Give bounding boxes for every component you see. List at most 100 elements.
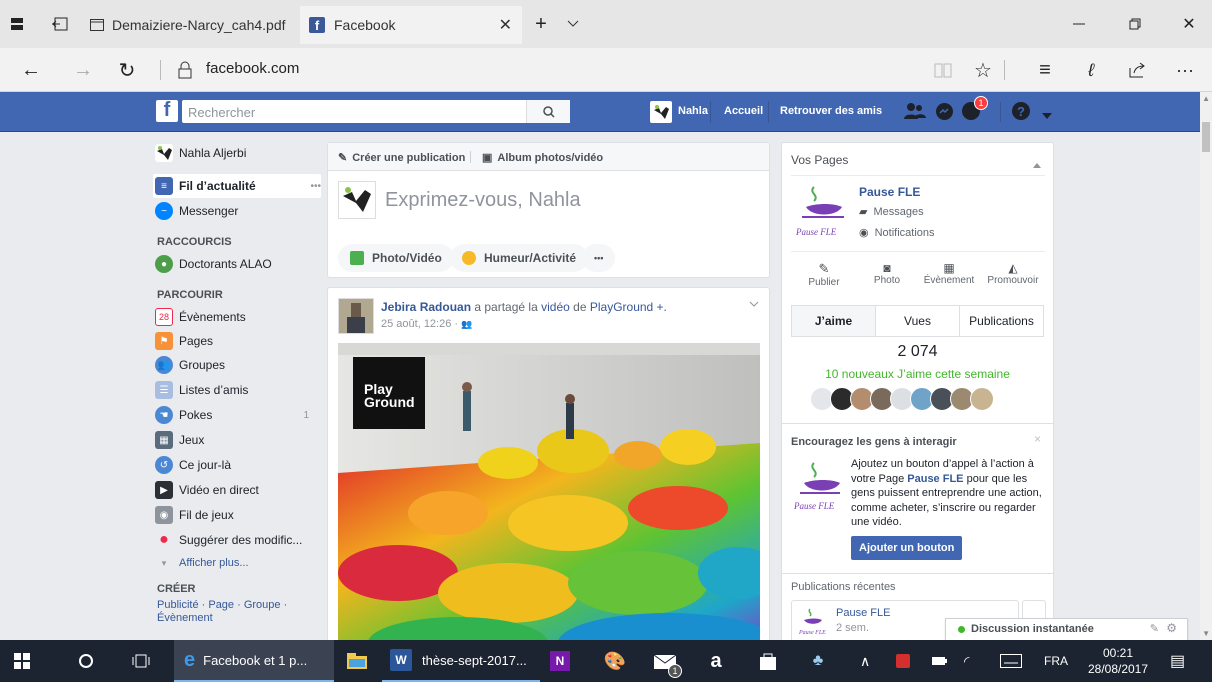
messenger-icon[interactable]: [936, 103, 953, 120]
post-timestamp[interactable]: 25 août, 12:26 ·: [381, 318, 458, 330]
scroll-up-icon[interactable]: ▲: [1202, 94, 1210, 103]
paint-app-icon[interactable]: 🎨: [602, 640, 628, 682]
publish-action[interactable]: ✎ Publier: [804, 261, 844, 288]
page-name-link[interactable]: Pause FLE: [859, 185, 920, 199]
page-link[interactable]: Pause FLE: [907, 473, 963, 485]
chevron-down-icon[interactable]: [558, 0, 588, 48]
friend-requests-icon[interactable]: [904, 102, 926, 123]
tab-facebook[interactable]: f Facebook ✕: [300, 6, 522, 44]
mail-icon[interactable]: 1: [650, 640, 682, 682]
new-likes-text[interactable]: 10 nouveaux J’aime cette semaine: [782, 367, 1053, 381]
taskbar-edge-button[interactable]: e Facebook et 1 p...: [174, 640, 334, 682]
find-friends-link[interactable]: Retrouver des amis: [780, 105, 882, 117]
battery-icon[interactable]: [932, 640, 948, 682]
scroll-thumb[interactable]: [1202, 122, 1210, 152]
sidebar-item-game-feed[interactable]: ◉ Fil de jeux: [155, 503, 234, 527]
favorite-star-icon[interactable]: ☆: [960, 48, 1006, 92]
add-button-button[interactable]: Ajouter un bouton: [851, 536, 963, 560]
close-tab-icon[interactable]: ✕: [499, 15, 512, 35]
page-messages-link[interactable]: ▰ Messages: [859, 205, 924, 219]
post-video[interactable]: Play Ground: [338, 343, 760, 640]
collapse-caret-icon[interactable]: [1033, 157, 1041, 171]
new-tab-icon[interactable]: +: [528, 0, 554, 48]
facebook-logo-icon[interactable]: f: [156, 100, 178, 122]
clock[interactable]: 00:21 28/08/2017: [1082, 640, 1154, 682]
file-explorer-icon[interactable]: [342, 640, 372, 682]
wifi-icon[interactable]: ◜: [964, 640, 969, 682]
share-icon[interactable]: [1114, 48, 1160, 92]
tab-views[interactable]: Vues: [875, 305, 960, 337]
post-options-chevron-icon[interactable]: [749, 296, 759, 310]
profile-link[interactable]: Nahla Aljerbi: [155, 141, 246, 165]
photo-action[interactable]: ◙ Photo: [867, 261, 907, 286]
close-window-icon[interactable]: ✕: [1166, 0, 1212, 48]
sidebar-item-live-video[interactable]: ▶ Vidéo en direct: [155, 478, 259, 502]
back-arrow-icon[interactable]: ←: [8, 48, 54, 92]
app-icon[interactable]: ♣: [806, 640, 830, 682]
sidebar-item-games[interactable]: ▦ Jeux: [155, 428, 204, 452]
task-view-icon[interactable]: [132, 640, 150, 682]
tab-likes[interactable]: J’aime: [791, 305, 876, 337]
windows-start-icon[interactable]: [14, 640, 30, 682]
refresh-icon[interactable]: ↻: [104, 48, 150, 92]
sidebar-item-pokes[interactable]: ☚ Pokes 1: [155, 403, 321, 427]
show-hidden-icons-icon[interactable]: ∧: [860, 640, 870, 682]
page-notifications-link[interactable]: ◉ Notifications: [859, 226, 935, 240]
action-center-icon[interactable]: ▤: [1170, 640, 1185, 682]
keyboard-icon[interactable]: [1000, 640, 1022, 682]
mood-activity-button[interactable]: Humeur/Activité: [450, 244, 589, 272]
sidebar-item-events[interactable]: 28 Évènements: [155, 305, 246, 329]
url-field[interactable]: facebook.com: [206, 60, 299, 77]
minimize-icon[interactable]: [1056, 0, 1102, 48]
sidebar-item-messenger[interactable]: ~ Messenger: [155, 199, 238, 223]
author-link[interactable]: Jebira Radouan: [381, 300, 471, 314]
sidebar-item-groups[interactable]: 👥 Groupes: [155, 353, 225, 377]
gear-icon[interactable]: ⚙: [1166, 621, 1177, 635]
show-more-link[interactable]: ▾ Afficher plus...: [155, 551, 249, 575]
chat-bar[interactable]: Discussion instantanée ✎ ⚙: [945, 618, 1188, 640]
status-input[interactable]: Exprimez-vous, Nahla: [385, 189, 581, 212]
forward-arrow-icon[interactable]: →: [60, 48, 106, 92]
page-logo[interactable]: Pause FLE: [792, 183, 848, 241]
tab-publications[interactable]: Publications: [959, 305, 1044, 337]
more-icon[interactable]: ···: [1162, 48, 1208, 92]
sidebar-item-pages[interactable]: ⚑ Pages: [155, 329, 213, 353]
sidebar-item-doctorants[interactable]: ● Doctorants ALAO: [155, 252, 272, 276]
antivirus-icon[interactable]: [896, 640, 910, 682]
onenote-icon[interactable]: N: [548, 640, 572, 682]
avatar[interactable]: [338, 298, 374, 334]
page-scrollbar[interactable]: ▲ ▼: [1200, 92, 1212, 640]
create-post-tab[interactable]: ✎ Créer une publication: [338, 151, 465, 165]
avatar[interactable]: [970, 387, 994, 411]
sidebar-item-friend-lists[interactable]: ☰ Listes d’amis: [155, 378, 248, 402]
photo-video-button[interactable]: Photo/Vidéo: [338, 244, 454, 272]
close-icon[interactable]: ×: [1034, 432, 1041, 446]
settings-caret-icon[interactable]: [1042, 108, 1052, 122]
more-options-icon[interactable]: •••: [310, 181, 321, 192]
search-input[interactable]: Rechercher: [182, 100, 570, 123]
taskbar-word-button[interactable]: W thèse-sept-2017...: [382, 640, 540, 682]
tab-preview-icon[interactable]: [0, 0, 34, 48]
scroll-down-icon[interactable]: ▼: [1202, 629, 1210, 638]
amazon-icon[interactable]: a: [704, 640, 728, 682]
home-link[interactable]: Accueil: [724, 105, 763, 117]
compose-icon[interactable]: ✎: [1150, 622, 1159, 635]
language-indicator[interactable]: FRA: [1044, 640, 1068, 682]
profile-link[interactable]: Nahla: [678, 105, 708, 117]
more-options-button[interactable]: •••: [582, 244, 616, 272]
search-icon[interactable]: [526, 100, 570, 123]
avatar[interactable]: [650, 101, 672, 123]
create-links[interactable]: Publicité · Page · Groupe · Évènement: [157, 599, 297, 625]
hub-icon[interactable]: ≡: [1022, 48, 1068, 92]
page-link[interactable]: PlayGround +.: [590, 300, 667, 314]
help-icon[interactable]: ?: [1012, 102, 1030, 120]
web-note-icon[interactable]: ℓ: [1068, 48, 1114, 92]
recent-page-name[interactable]: Pause FLE: [836, 607, 890, 619]
store-bag-icon[interactable]: [756, 640, 780, 682]
video-link[interactable]: vidéo: [541, 300, 570, 314]
album-tab[interactable]: ▣ Album photos/vidéo: [482, 151, 603, 165]
sidebar-item-news-feed[interactable]: ≡ Fil d’actualité •••: [155, 174, 321, 198]
promote-action[interactable]: ◭ Promouvoir: [982, 261, 1044, 286]
sidebar-item-memories[interactable]: ↺ Ce jour-là: [155, 453, 231, 477]
tab-pdf[interactable]: Demaiziere-Narcy_cah4.pdf: [82, 6, 300, 44]
